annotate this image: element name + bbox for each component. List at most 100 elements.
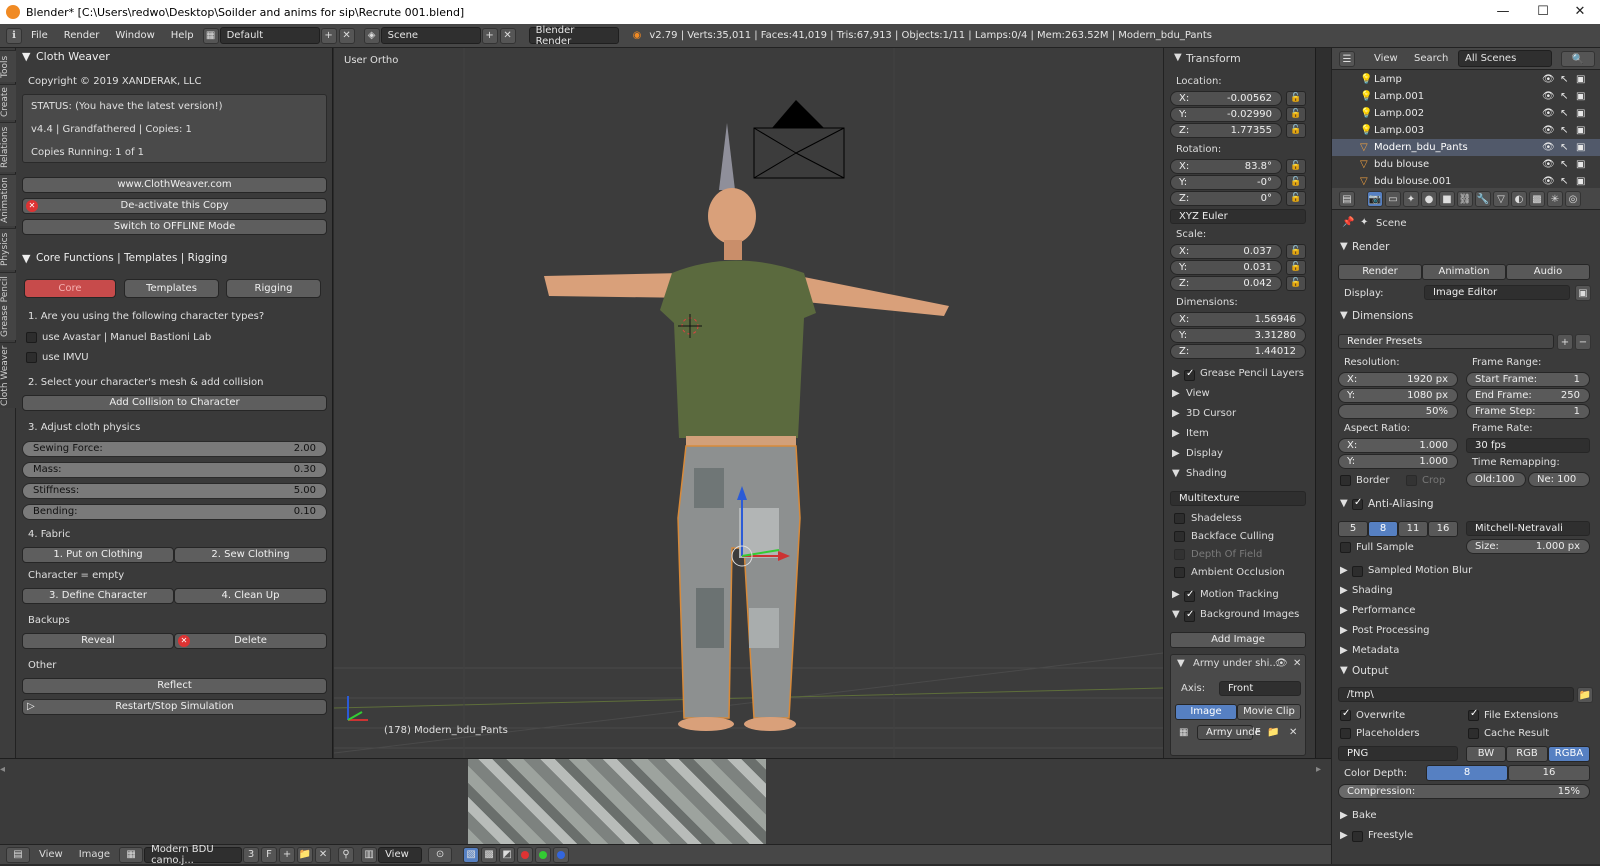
output-panel-header[interactable]: Output bbox=[1352, 665, 1388, 677]
resolution-percentage-slider[interactable]: 50% bbox=[1338, 404, 1458, 419]
z-buffer-icon[interactable]: ◩ bbox=[499, 846, 516, 863]
expand-arrow-icon[interactable]: ▶ bbox=[1340, 830, 1348, 841]
render-icon[interactable]: ▣ bbox=[1576, 139, 1585, 156]
aa-samples-16[interactable]: 16 bbox=[1428, 521, 1458, 537]
file-extensions-checkbox[interactable] bbox=[1468, 708, 1479, 721]
collapse-arrow-icon[interactable]: ▼ bbox=[1340, 665, 1348, 676]
particles-icon[interactable]: ✳ bbox=[1547, 191, 1563, 207]
clean-up-button[interactable]: 4. Clean Up bbox=[174, 588, 327, 604]
eye-icon[interactable]: 👁 bbox=[1542, 122, 1555, 139]
outliner-item-lamp[interactable]: 💡 Lamp 👁 ↖ ▣ bbox=[1332, 71, 1600, 88]
open-image-icon[interactable]: 📁 bbox=[297, 846, 314, 863]
performance-section[interactable]: Performance bbox=[1352, 605, 1415, 616]
transform-arrow-icon[interactable]: ▼ bbox=[1174, 52, 1182, 63]
render-icon[interactable]: ▣ bbox=[1576, 173, 1585, 188]
delete-button[interactable]: ✕ Delete bbox=[174, 633, 327, 649]
eye-icon[interactable]: 👁 bbox=[1275, 658, 1288, 669]
modifiers-icon[interactable]: 🔧 bbox=[1475, 191, 1491, 207]
display-mode-dropdown[interactable]: All Scenes bbox=[1458, 50, 1552, 67]
location-z-field[interactable]: Z: 1.77355 bbox=[1170, 123, 1282, 138]
avastar-checkbox[interactable] bbox=[26, 332, 37, 343]
file-format-dropdown[interactable]: PNG bbox=[1338, 746, 1458, 761]
border-checkbox[interactable] bbox=[1340, 475, 1351, 486]
render-icon[interactable]: ▣ bbox=[1576, 105, 1585, 122]
shading-mode-dropdown[interactable]: Multitexture bbox=[1170, 491, 1306, 506]
full-sample-checkbox[interactable] bbox=[1340, 542, 1351, 553]
physics-icon[interactable]: ◎ bbox=[1565, 191, 1581, 207]
define-character-button[interactable]: 3. Define Character bbox=[22, 588, 174, 604]
stiffness-slider[interactable]: Stiffness: 5.00 bbox=[22, 483, 327, 499]
website-button[interactable]: www.ClothWeaver.com bbox=[22, 177, 327, 193]
image-name-field[interactable]: Modern BDU camo.j... bbox=[144, 844, 243, 866]
grease-pencil-section[interactable]: Grease Pencil Layers bbox=[1200, 368, 1304, 379]
overwrite-checkbox[interactable] bbox=[1340, 708, 1351, 721]
outliner-item-lamp-002[interactable]: 💡 Lamp.002 👁 ↖ ▣ bbox=[1332, 105, 1600, 122]
display-toggle-icon[interactable]: ▣ bbox=[1575, 285, 1591, 301]
expand-arrow-icon[interactable]: ▶ bbox=[1340, 645, 1348, 656]
placeholders-checkbox[interactable] bbox=[1340, 728, 1351, 739]
lock-icon[interactable]: 🔓 bbox=[1286, 107, 1306, 122]
expand-arrow-icon[interactable]: ▶ bbox=[1172, 428, 1180, 439]
core-collapse-arrow-icon[interactable]: ▼ bbox=[22, 252, 30, 265]
scale-z-field[interactable]: Z: 0.042 bbox=[1170, 276, 1282, 291]
start-frame-field[interactable]: Start Frame: 1 bbox=[1466, 372, 1590, 387]
motion-blur-checkbox[interactable] bbox=[1352, 566, 1363, 577]
image-users-count[interactable]: 3 bbox=[243, 846, 260, 863]
collapse-arrow-icon[interactable]: ▼ bbox=[1340, 498, 1348, 509]
tab-grease-pencil[interactable]: Grease Pencil bbox=[0, 272, 16, 340]
view-section[interactable]: View bbox=[1186, 388, 1210, 399]
bake-section[interactable]: Bake bbox=[1352, 810, 1377, 821]
new-remap-field[interactable]: Ne: 100 bbox=[1528, 472, 1590, 487]
render-context-icon[interactable]: 📷 bbox=[1367, 191, 1383, 207]
tab-cloth-weaver[interactable]: Cloth Weaver bbox=[0, 342, 16, 408]
motion-tracking-section[interactable]: Motion Tracking bbox=[1200, 589, 1279, 600]
frame-step-field[interactable]: Frame Step: 1 bbox=[1466, 404, 1590, 419]
remove-layout-icon[interactable]: ✕ bbox=[338, 27, 355, 44]
cloth-weaver-header[interactable]: Cloth Weaver bbox=[36, 50, 110, 63]
fake-user-button[interactable]: F bbox=[261, 846, 278, 863]
render-engine-dropdown[interactable]: Blender Render bbox=[528, 25, 619, 47]
background-images-checkbox[interactable] bbox=[1184, 609, 1195, 622]
tab-tools[interactable]: Tools bbox=[0, 50, 16, 82]
lock-icon[interactable]: 🔓 bbox=[1286, 159, 1306, 174]
rotation-z-field[interactable]: Z: 0° bbox=[1170, 191, 1282, 206]
movie-clip-tab[interactable]: Movie Clip bbox=[1237, 704, 1301, 720]
backface-culling-checkbox[interactable] bbox=[1174, 531, 1185, 542]
crop-checkbox[interactable] bbox=[1406, 475, 1417, 486]
scene-dropdown[interactable]: Scene bbox=[380, 27, 481, 44]
menu-window[interactable]: Window bbox=[107, 24, 162, 48]
sampled-motion-blur-section[interactable]: Sampled Motion Blur bbox=[1368, 565, 1472, 576]
view-mode-icon[interactable]: ▥ bbox=[361, 846, 378, 863]
unlink-icon[interactable]: ✕ bbox=[1289, 727, 1297, 738]
eye-icon[interactable]: 👁 bbox=[1542, 173, 1555, 188]
minimize-button[interactable]: — bbox=[1485, 0, 1521, 24]
expand-arrow-icon[interactable]: ▶ bbox=[1172, 408, 1180, 419]
filter-size-field[interactable]: Size: 1.000 px bbox=[1466, 539, 1590, 554]
eye-icon[interactable]: 👁 bbox=[1542, 71, 1555, 88]
tab-animation[interactable]: Animation bbox=[0, 174, 16, 226]
add-scene-icon[interactable]: + bbox=[481, 27, 498, 44]
animation-button[interactable]: Animation bbox=[1422, 264, 1506, 280]
render-icon[interactable]: ▣ bbox=[1576, 88, 1585, 105]
eye-icon[interactable]: 👁 bbox=[1542, 139, 1555, 156]
aa-samples-11[interactable]: 11 bbox=[1398, 521, 1428, 537]
lock-icon[interactable]: 🔓 bbox=[1286, 123, 1306, 138]
anti-aliasing-header[interactable]: Anti-Aliasing bbox=[1368, 498, 1434, 510]
tab-create[interactable]: Create bbox=[0, 84, 16, 120]
aa-filter-dropdown[interactable]: Mitchell-Netravali bbox=[1466, 521, 1590, 536]
image-menu[interactable]: Image bbox=[71, 845, 118, 865]
screen-layout-icon[interactable]: ▦ bbox=[202, 27, 219, 44]
render-panel-header[interactable]: Render bbox=[1352, 241, 1389, 253]
bending-slider[interactable]: Bending: 0.10 bbox=[22, 504, 327, 520]
search-icon[interactable]: 🔍 bbox=[1561, 51, 1595, 67]
open-folder-icon[interactable]: 📁 bbox=[1267, 727, 1279, 738]
texture-icon[interactable]: ▩ bbox=[1529, 191, 1545, 207]
expand-arrow-icon[interactable]: ▶ bbox=[1340, 605, 1348, 616]
depth-8-button[interactable]: 8 bbox=[1426, 765, 1508, 781]
render-layers-icon[interactable]: ▭ bbox=[1385, 191, 1401, 207]
outliner-item-lamp-001[interactable]: 💡 Lamp.001 👁 ↖ ▣ bbox=[1332, 88, 1600, 105]
3d-cursor-section[interactable]: 3D Cursor bbox=[1186, 408, 1236, 419]
tab-relations[interactable]: Relations bbox=[0, 122, 16, 172]
rigging-tab[interactable]: Rigging bbox=[226, 279, 321, 298]
render-icon[interactable]: ▣ bbox=[1576, 122, 1585, 139]
